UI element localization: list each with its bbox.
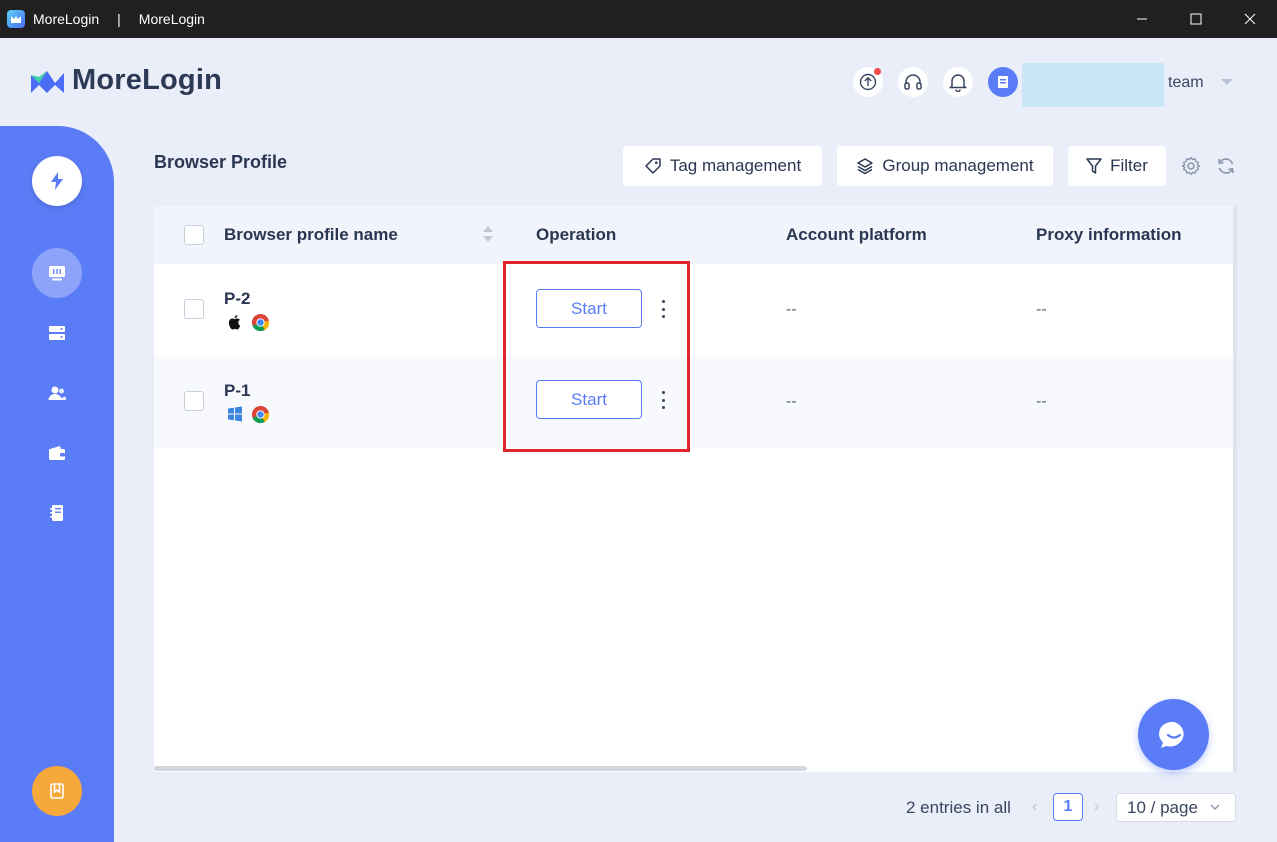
profile-name[interactable]: P-2 <box>224 289 250 309</box>
row-checkbox[interactable] <box>184 299 204 319</box>
chevron-down-icon[interactable] <box>1221 79 1233 85</box>
logo-text: MoreLogin <box>72 64 223 96</box>
chevron-down-icon <box>1210 804 1220 810</box>
profiles-table: Browser profile name Operation Account p… <box>154 206 1234 772</box>
browser-profile-icon <box>49 266 65 281</box>
horizontal-scrollbar[interactable] <box>154 766 807 771</box>
chat-support-button[interactable] <box>1138 699 1209 770</box>
proxy-value: -- <box>1036 301 1047 318</box>
sidebar-item-team[interactable] <box>44 380 70 406</box>
column-header-operation: Operation <box>536 225 617 244</box>
window-title: MoreLogin <box>138 11 205 27</box>
team-building-icon <box>998 76 1008 88</box>
username-redacted <box>1022 63 1164 107</box>
chat-bubble-icon <box>1158 721 1184 748</box>
refresh-button[interactable] <box>1215 155 1237 177</box>
headset-icon <box>904 74 922 90</box>
page-size-value: 10 / page <box>1127 797 1198 817</box>
column-header-account-platform: Account platform <box>786 225 927 244</box>
sidebar-item-notebook[interactable] <box>44 500 70 526</box>
minimize-icon <box>1137 18 1147 20</box>
notification-dot <box>874 68 881 75</box>
profile-name[interactable]: P-1 <box>224 381 250 401</box>
table-row: P-2 Start -- -- <box>154 264 1234 356</box>
lightning-icon <box>51 172 63 190</box>
bell-icon <box>949 74 967 92</box>
window-titlebar: MoreLogin | MoreLogin <box>0 0 1277 38</box>
filter-icon <box>1086 158 1102 174</box>
maximize-button[interactable] <box>1169 0 1223 38</box>
logo: MoreLogin <box>30 64 222 97</box>
window-title-separator: | <box>117 11 121 27</box>
chrome-icon <box>251 405 270 424</box>
proxy-value: -- <box>1036 393 1047 410</box>
page-size-select[interactable]: 10 / page <box>1116 793 1236 822</box>
chrome-icon <box>251 313 270 332</box>
table-row: P-1 Start -- -- <box>154 356 1234 448</box>
window-controls <box>1115 0 1277 38</box>
maximize-icon <box>1190 13 1202 25</box>
sidebar <box>0 126 114 842</box>
logo-mark-icon <box>31 70 64 93</box>
prev-page-icon[interactable]: ‹ <box>1032 798 1037 816</box>
column-header-name: Browser profile name <box>224 225 398 244</box>
filter-button[interactable]: Filter <box>1068 146 1166 186</box>
vertical-scrollbar[interactable] <box>1233 206 1237 772</box>
sidebar-item-wallet[interactable] <box>44 440 70 466</box>
team-icon <box>48 386 66 400</box>
page-title: Browser Profile <box>154 152 288 172</box>
tag-management-label: Tag management <box>669 156 802 175</box>
close-window-button[interactable] <box>1223 0 1277 38</box>
minimize-button[interactable] <box>1115 0 1169 38</box>
account-platform-value: -- <box>786 393 797 410</box>
highlight-annotation <box>503 261 690 452</box>
bookmark-icon <box>50 783 64 799</box>
app-icon <box>7 10 25 28</box>
team-label[interactable]: team <box>1168 74 1204 92</box>
sort-icon[interactable] <box>483 226 495 244</box>
page-number[interactable]: 1 <box>1053 793 1083 821</box>
apple-icon <box>228 315 241 330</box>
group-management-label: Group management <box>882 156 1034 175</box>
upload-icon <box>859 73 877 91</box>
sidebar-item-servers[interactable] <box>44 320 70 346</box>
close-icon <box>1244 13 1256 25</box>
settings-button[interactable] <box>1180 155 1202 177</box>
notifications-button[interactable] <box>943 67 973 97</box>
upload-button[interactable] <box>853 67 883 97</box>
entries-count: 2 entries in all <box>906 798 1011 817</box>
select-all-checkbox[interactable] <box>184 225 204 245</box>
window-app-name: MoreLogin <box>33 11 100 27</box>
sidebar-quick-launch[interactable] <box>32 156 82 206</box>
support-button[interactable] <box>898 67 928 97</box>
filter-label: Filter <box>1110 156 1148 175</box>
next-page-icon[interactable]: › <box>1094 798 1099 816</box>
refresh-icon <box>1218 158 1234 174</box>
table-header: Browser profile name Operation Account p… <box>154 206 1234 264</box>
sidebar-bookmark-button[interactable] <box>32 766 82 816</box>
sidebar-item-browser-profile[interactable] <box>32 248 82 298</box>
avatar[interactable] <box>988 67 1018 97</box>
account-platform-value: -- <box>786 301 797 318</box>
column-header-proxy-information: Proxy information <box>1036 225 1182 244</box>
row-checkbox[interactable] <box>184 391 204 411</box>
tag-icon <box>645 158 661 174</box>
group-management-button[interactable]: Group management <box>837 146 1053 186</box>
windows-icon <box>228 406 242 422</box>
layers-icon <box>857 158 874 175</box>
gear-icon <box>1181 156 1201 176</box>
tag-management-button[interactable]: Tag management <box>623 146 822 186</box>
server-icon <box>49 326 65 340</box>
wallet-icon <box>49 446 65 460</box>
notebook-icon <box>50 505 63 521</box>
